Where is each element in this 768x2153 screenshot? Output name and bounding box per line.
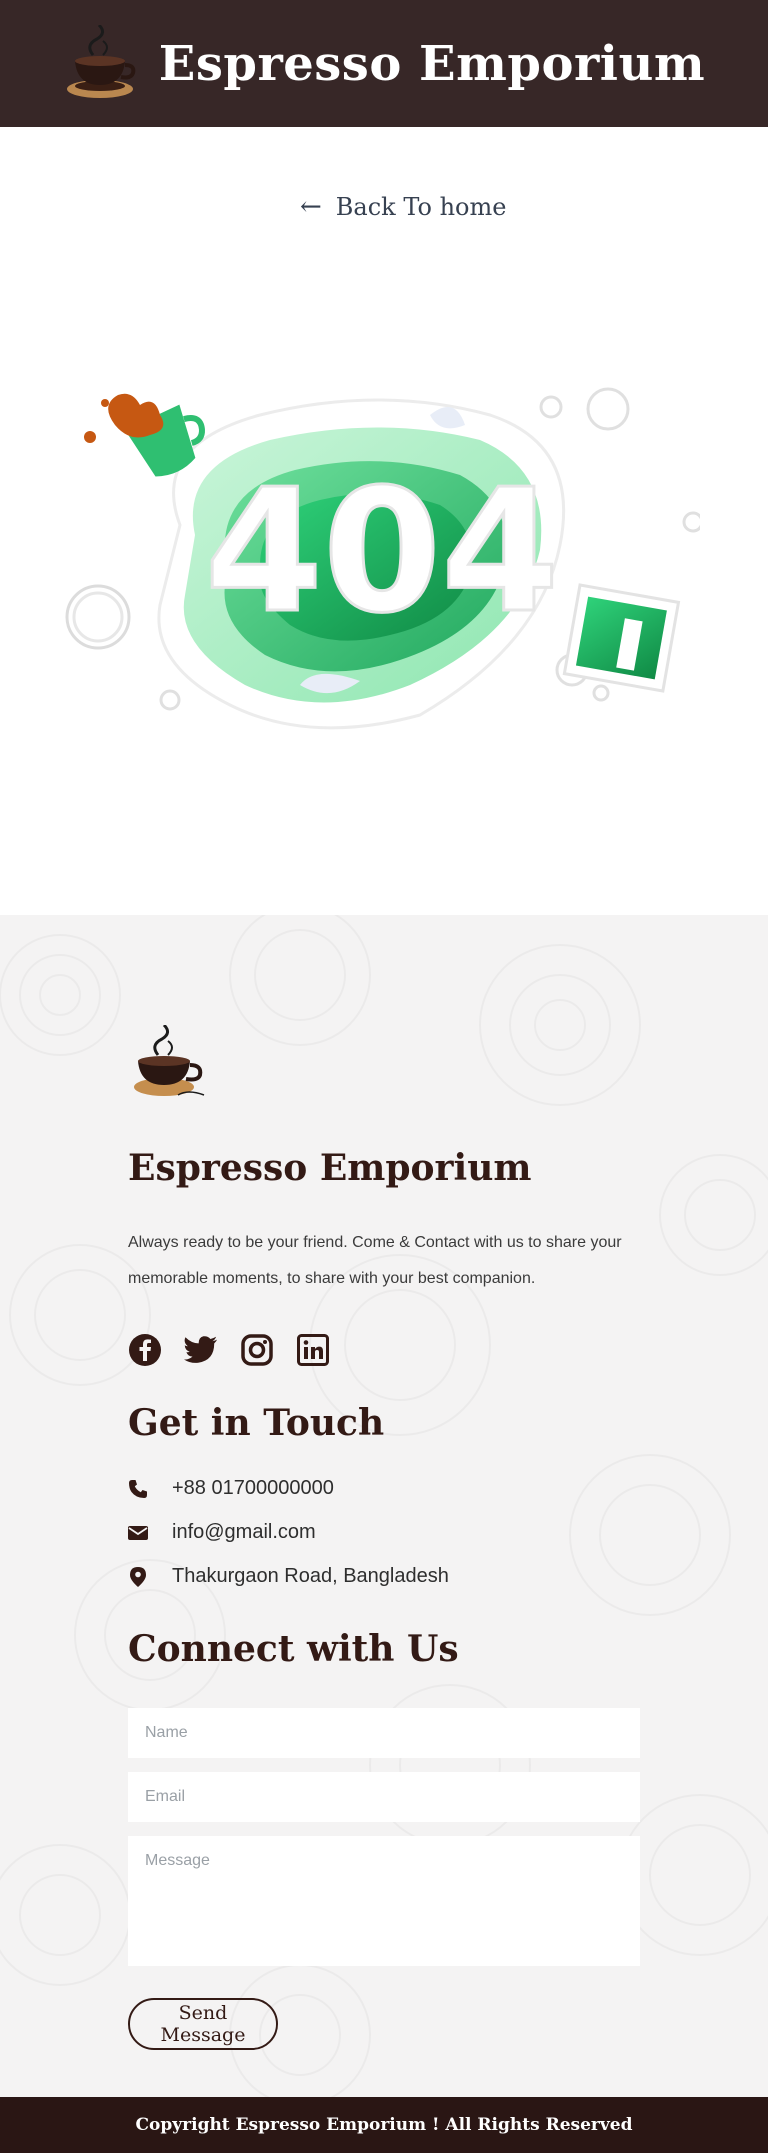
- email-row: info@gmail.com: [128, 1521, 316, 1544]
- error-code-text: 404: [205, 453, 560, 651]
- copyright-bar: Copyright Espresso Emporium ! All Rights…: [0, 2097, 768, 2153]
- footer-section: Espresso Emporium Always ready to be you…: [0, 915, 768, 2097]
- send-message-button[interactable]: Send Message: [128, 1998, 278, 2050]
- linkedin-icon[interactable]: [296, 1333, 330, 1367]
- back-to-home-label: Back To home: [335, 193, 507, 221]
- location-pin-icon: [128, 1566, 148, 1587]
- phone-row: +88 01700000000: [128, 1477, 334, 1500]
- phone-icon: [128, 1479, 148, 1499]
- email-text: info@gmail.com: [172, 1521, 316, 1543]
- about-text: Always ready to be your friend. Come & C…: [128, 1234, 622, 1287]
- connect-with-us-heading: Connect with Us: [128, 1628, 459, 1670]
- coffee-cup-logo-icon: [134, 1025, 205, 1096]
- site-title: Espresso Emporium: [158, 35, 706, 92]
- message-textarea[interactable]: [128, 1836, 640, 1966]
- copyright-text: Copyright Espresso Emporium ! All Rights…: [135, 2115, 633, 2135]
- address-row: Thakurgaon Road, Bangladesh: [128, 1565, 449, 1588]
- phone-text: +88 01700000000: [172, 1477, 334, 1499]
- envelope-icon: [128, 1523, 148, 1543]
- arrow-left-icon: ←: [300, 192, 322, 222]
- error-404-illustration: 404: [65, 387, 700, 730]
- email-input[interactable]: [128, 1772, 640, 1822]
- instagram-icon[interactable]: [240, 1333, 274, 1367]
- get-in-touch-heading: Get in Touch: [128, 1402, 385, 1444]
- twitter-icon[interactable]: [184, 1333, 218, 1367]
- footer-title: Espresso Emporium: [128, 1147, 532, 1189]
- site-header: Espresso Emporium: [0, 0, 768, 127]
- address-text: Thakurgaon Road, Bangladesh: [172, 1565, 449, 1587]
- back-to-home-link[interactable]: ← Back To home: [300, 193, 506, 221]
- social-links: [128, 1333, 330, 1367]
- facebook-icon[interactable]: [128, 1333, 162, 1367]
- coffee-cup-icon[interactable]: [63, 24, 137, 103]
- name-input[interactable]: [128, 1708, 640, 1758]
